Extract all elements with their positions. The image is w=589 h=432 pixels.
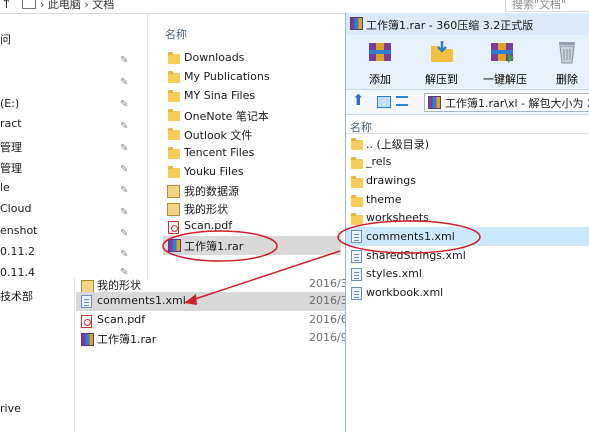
annotation-arrow-line bbox=[191, 250, 341, 301]
annotation-circle-rar bbox=[162, 230, 278, 262]
annotation-arrow-head bbox=[184, 294, 197, 305]
annotation-layer bbox=[162, 220, 481, 305]
annotation-circle-xml bbox=[337, 220, 481, 254]
